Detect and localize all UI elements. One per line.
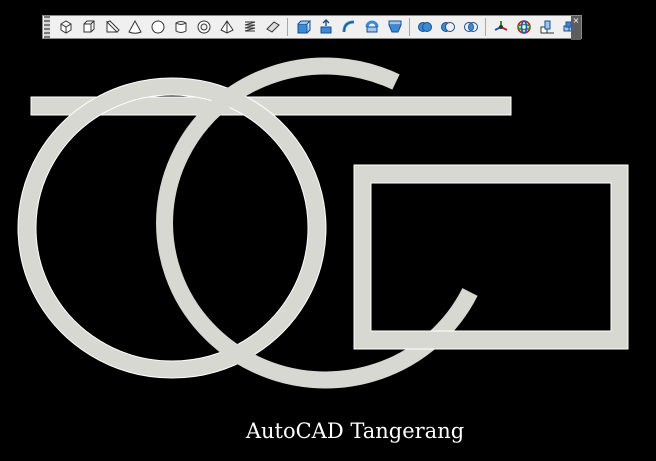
caption-text: AutoCAD Tangerang [245,419,465,443]
drawing-canvas[interactable] [0,0,656,461]
drawing-geometry [17,57,629,389]
rectangle-frame [353,164,629,350]
